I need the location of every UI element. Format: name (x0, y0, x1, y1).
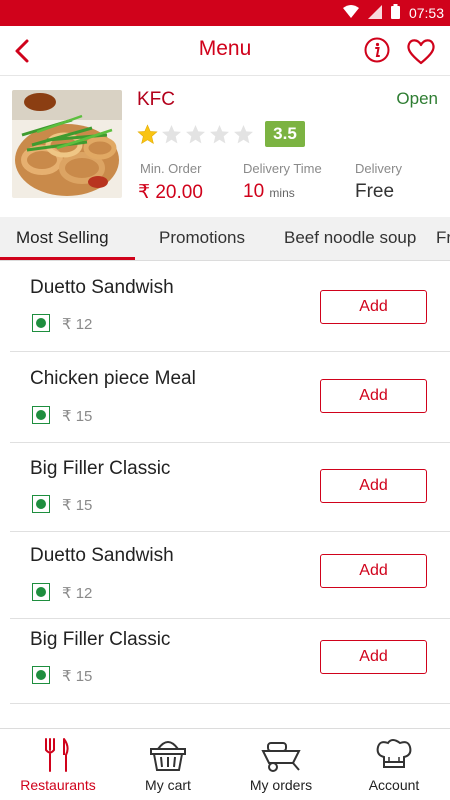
add-button[interactable]: Add (320, 554, 427, 588)
restaurant-name: KFC (137, 89, 175, 110)
delivery-time-label: Delivery Time (243, 161, 322, 176)
item-name: Chicken piece Meal (30, 368, 196, 389)
nav-restaurants[interactable]: Restaurants (2, 729, 114, 800)
nav-my-cart[interactable]: My cart (112, 729, 224, 800)
menu-item: Duetto Sandwish ₹ 12 Add (10, 532, 450, 619)
menu-item: Big Filler Classic ₹ 15 Add (10, 443, 450, 532)
rating-stars (137, 124, 254, 145)
star-filled-icon (137, 124, 158, 144)
item-price: ₹ 15 (62, 668, 93, 685)
signal-icon (367, 4, 382, 22)
clock: 07:53 (408, 5, 444, 21)
bottom-nav: Restaurants My cart My orders Account (0, 728, 450, 800)
tab-promotions[interactable]: Promotions (159, 228, 245, 248)
tab-overflow[interactable]: Fr (436, 228, 450, 248)
nav-label: My cart (145, 777, 191, 793)
open-status: Open (396, 89, 438, 108)
fork-knife-icon (45, 738, 69, 772)
veg-icon (32, 314, 50, 332)
nav-account[interactable]: Account (338, 729, 450, 800)
item-name: Duetto Sandwish (30, 277, 174, 298)
add-button[interactable]: Add (320, 640, 427, 674)
delivery-label: Delivery (355, 161, 402, 176)
restaurant-card: KFC Open 3.5 Min. Order ₹ 20.00 Delivery… (0, 77, 450, 217)
battery-icon (390, 4, 400, 22)
delivery-value: Free (355, 181, 395, 202)
min-order-label: Min. Order (140, 161, 202, 176)
min-order-value: ₹ 20.00 (138, 182, 203, 203)
info-button[interactable] (363, 36, 391, 64)
delivery-time-value: 10 mins (243, 181, 295, 203)
info-icon (364, 37, 390, 63)
add-button[interactable]: Add (320, 290, 427, 324)
delivery-time-unit: mins (269, 186, 295, 200)
status-bar: 07:53 (0, 0, 450, 26)
menu-item: Chicken piece Meal ₹ 15 Add (10, 352, 450, 443)
veg-icon (32, 666, 50, 684)
nav-label: My orders (249, 777, 313, 793)
restaurant-image (12, 90, 122, 198)
menu-item: Big Filler Classic ₹ 15 Add (10, 619, 450, 704)
chef-hat-icon (376, 739, 412, 768)
wheelbarrow-icon (261, 742, 301, 772)
nav-label: Account (368, 777, 420, 793)
veg-icon (32, 583, 50, 601)
star-empty-icon (210, 125, 229, 144)
heart-icon (407, 39, 435, 65)
active-tab-indicator (0, 257, 135, 260)
star-empty-icon (162, 125, 181, 144)
star-empty-icon (234, 125, 253, 144)
item-price: ₹ 15 (62, 497, 93, 514)
veg-icon (32, 406, 50, 424)
item-name: Big Filler Classic (30, 629, 171, 650)
nav-label: Restaurants (20, 777, 96, 793)
delivery-time-number: 10 (243, 181, 265, 202)
category-tabs: Most Selling Promotions Beef noodle soup… (0, 217, 450, 261)
app-header: Menu (0, 26, 450, 76)
basket-icon (150, 741, 186, 771)
item-price: ₹ 12 (62, 316, 93, 333)
star-empty-icon (186, 125, 205, 144)
add-button[interactable]: Add (320, 469, 427, 503)
favorite-button[interactable] (405, 36, 437, 66)
nav-my-orders[interactable]: My orders (225, 729, 337, 800)
veg-icon (32, 495, 50, 513)
tab-most-selling[interactable]: Most Selling (16, 228, 109, 248)
menu-item: Duetto Sandwish ₹ 12 Add (10, 262, 450, 352)
tab-beef-noodle-soup[interactable]: Beef noodle soup (284, 228, 416, 248)
add-button[interactable]: Add (320, 379, 427, 413)
item-name: Duetto Sandwish (30, 545, 174, 566)
rating-badge: 3.5 (265, 121, 305, 147)
item-price: ₹ 12 (62, 585, 93, 602)
item-name: Big Filler Classic (30, 458, 171, 479)
item-price: ₹ 15 (62, 408, 93, 425)
wifi-icon (342, 4, 359, 22)
